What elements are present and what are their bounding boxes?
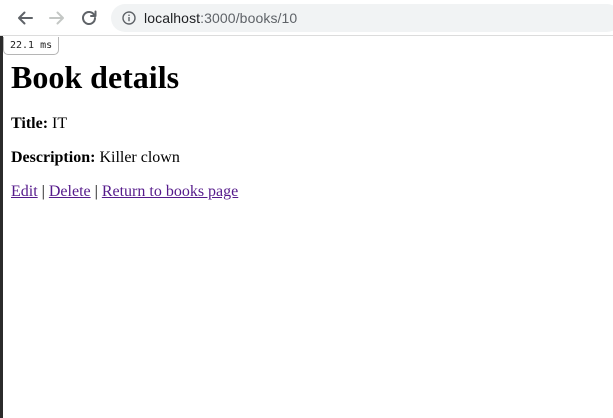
page-title: Book details bbox=[11, 59, 180, 95]
link-separator: | bbox=[94, 183, 98, 200]
window-left-edge bbox=[0, 0, 3, 418]
address-bar[interactable]: localhost:3000/books/10 bbox=[111, 4, 613, 32]
forward-arrow-icon bbox=[49, 11, 64, 25]
edit-link[interactable]: Edit bbox=[11, 183, 38, 200]
info-icon[interactable] bbox=[122, 11, 136, 25]
title-label: Title: bbox=[11, 115, 49, 132]
back-button[interactable] bbox=[13, 6, 37, 30]
page-content: Book details Title: IT Description: Kill… bbox=[11, 56, 601, 201]
forward-button[interactable] bbox=[45, 6, 69, 30]
description-label: Description: bbox=[11, 149, 96, 166]
book-description-row: Description: Killer clown bbox=[11, 149, 601, 167]
reload-button[interactable] bbox=[77, 6, 101, 30]
delete-link[interactable]: Delete bbox=[49, 183, 91, 200]
link-separator: | bbox=[41, 183, 45, 200]
timing-badge[interactable]: 22.1 ms bbox=[3, 37, 60, 55]
reload-icon bbox=[82, 10, 97, 25]
url-path: :3000/books/10 bbox=[200, 10, 298, 26]
url-text[interactable]: localhost:3000/books/10 bbox=[144, 10, 297, 26]
action-links: Edit | Delete | Return to books page bbox=[11, 183, 601, 201]
description-value: Killer clown bbox=[99, 149, 180, 166]
book-title-row: Title: IT bbox=[11, 115, 601, 133]
back-arrow-icon bbox=[18, 11, 33, 25]
title-value: IT bbox=[52, 115, 68, 132]
browser-toolbar: localhost:3000/books/10 bbox=[0, 0, 613, 36]
url-host: localhost bbox=[144, 10, 201, 26]
return-to-books-link[interactable]: Return to books page bbox=[102, 183, 238, 200]
